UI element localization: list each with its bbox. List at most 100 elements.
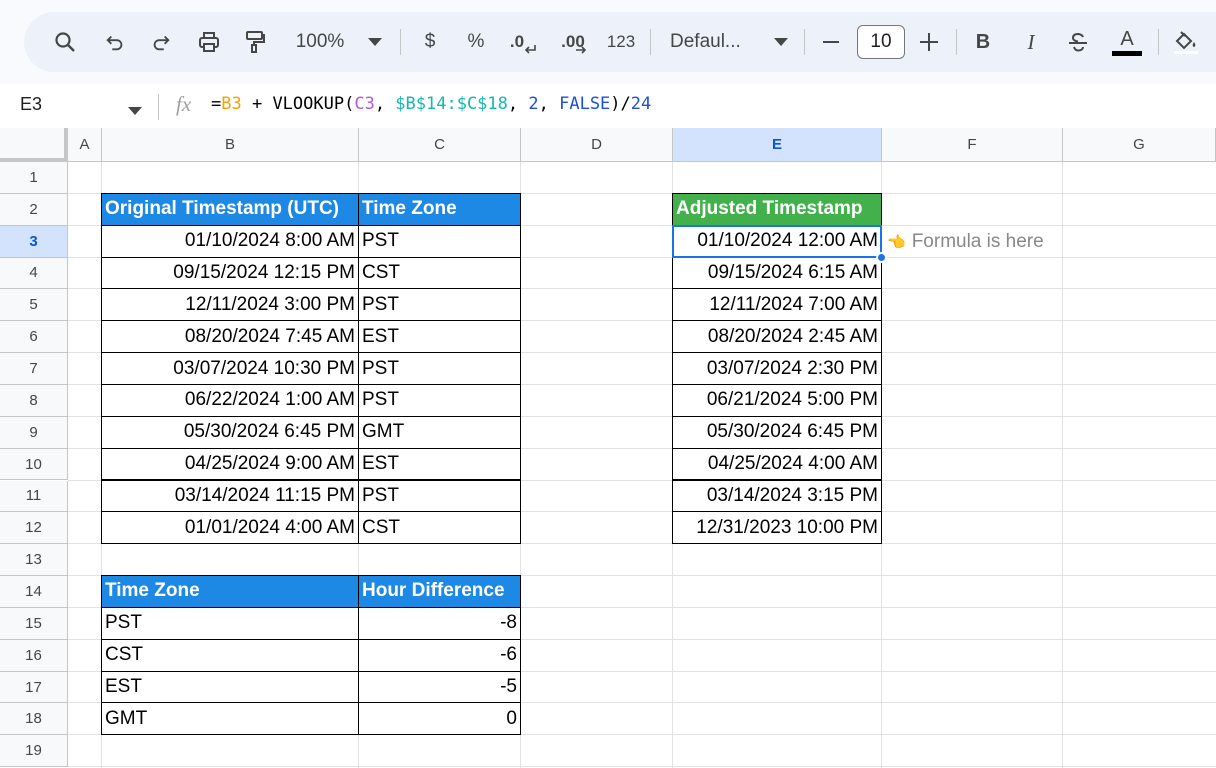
paint-format-icon[interactable] <box>240 24 270 60</box>
row-header-18[interactable]: 18 <box>0 703 68 736</box>
column-header-f[interactable]: F <box>882 128 1063 162</box>
timezone-cell[interactable]: PST <box>101 606 359 640</box>
column-header-a[interactable]: A <box>68 128 102 162</box>
row-header-1[interactable]: 1 <box>0 162 68 194</box>
column-header-c[interactable]: C <box>359 128 521 162</box>
number-format-button[interactable]: 123 <box>604 24 638 60</box>
column-header-d[interactable]: D <box>521 128 673 162</box>
chevron-down-icon[interactable] <box>768 24 794 60</box>
row-header-16[interactable]: 16 <box>0 639 68 672</box>
timezone-cell[interactable]: CST <box>101 638 359 672</box>
row-header-15[interactable]: 15 <box>0 607 68 640</box>
spreadsheet-grid[interactable]: A B C D E F G 1 2 3 4 5 6 7 8 9 10 11 12 13 14 15 16 17 18 19 Orig… <box>0 128 1216 768</box>
timezone-cell[interactable]: CST <box>358 256 521 290</box>
adjusted-timestamp-cell[interactable]: 09/15/2024 6:15 AM <box>672 256 882 290</box>
timestamp-cell[interactable]: 09/15/2024 12:15 PM <box>101 256 359 290</box>
text-color-button[interactable]: A <box>1110 24 1144 60</box>
timestamp-cell[interactable]: 08/20/2024 7:45 AM <box>101 320 359 354</box>
column-header-b[interactable]: B <box>102 128 359 162</box>
timezone-cell[interactable]: GMT <box>101 702 359 736</box>
timezone-cell[interactable]: PST <box>358 383 521 417</box>
timezone-cell[interactable]: PST <box>358 288 521 322</box>
row-header-8[interactable]: 8 <box>0 384 68 417</box>
decrease-decimal-button[interactable]: .0 <box>506 24 540 60</box>
italic-button[interactable]: I <box>1018 24 1044 60</box>
timezone-cell[interactable]: PST <box>358 479 521 513</box>
name-box[interactable]: E3 <box>20 94 42 115</box>
adjusted-header[interactable]: Adjusted Timestamp <box>672 192 882 226</box>
table-header[interactable]: Time Zone <box>101 575 359 608</box>
column-header-e[interactable]: E <box>673 128 882 162</box>
decrease-font-size-button[interactable] <box>818 24 844 60</box>
select-all-corner[interactable] <box>0 128 68 162</box>
timestamp-cell[interactable]: 01/01/2024 4:00 AM <box>101 511 359 545</box>
row-header-14[interactable]: 14 <box>0 576 68 608</box>
timezone-cell[interactable]: CST <box>358 511 521 545</box>
adjusted-timestamp-cell[interactable]: 08/20/2024 2:45 AM <box>672 320 882 354</box>
percent-format-button[interactable]: % <box>464 24 488 60</box>
fill-handle[interactable] <box>876 251 887 263</box>
table-header[interactable]: Hour Difference <box>358 575 521 608</box>
formula-token: )/ <box>610 94 631 114</box>
timestamp-cell[interactable]: 05/30/2024 6:45 PM <box>101 415 359 449</box>
timezone-cell[interactable]: EST <box>101 670 359 704</box>
timestamp-cell[interactable]: 04/25/2024 9:00 AM <box>101 447 359 481</box>
row-header-3[interactable]: 3 <box>0 225 68 258</box>
chevron-down-icon[interactable] <box>128 102 142 120</box>
row-header-19[interactable]: 19 <box>0 735 68 768</box>
column-header-g[interactable]: G <box>1063 128 1216 162</box>
chevron-down-icon[interactable] <box>362 24 388 60</box>
strikethrough-icon[interactable] <box>1064 24 1092 60</box>
adjusted-timestamp-cell[interactable]: 04/25/2024 4:00 AM <box>672 447 882 481</box>
table-header[interactable]: Time Zone <box>358 192 521 226</box>
hour-difference-cell[interactable]: -6 <box>358 638 521 672</box>
timestamp-cell[interactable]: 06/22/2024 1:00 AM <box>101 383 359 417</box>
adjusted-timestamp-cell[interactable]: 06/21/2024 5:00 PM <box>672 383 882 417</box>
timezone-cell[interactable]: EST <box>358 320 521 354</box>
row-header-11[interactable]: 11 <box>0 480 68 513</box>
row-header-12[interactable]: 12 <box>0 512 68 545</box>
timestamp-cell[interactable]: 03/07/2024 10:30 PM <box>101 352 359 385</box>
adjusted-timestamp-cell[interactable]: 03/07/2024 2:30 PM <box>672 352 882 385</box>
font-family-select[interactable]: Defaul... <box>670 24 760 60</box>
table-header[interactable]: Original Timestamp (UTC) <box>101 192 359 226</box>
fill-color-icon[interactable] <box>1170 24 1202 60</box>
adjusted-timestamp-cell[interactable]: 12/31/2023 10:00 PM <box>672 511 882 545</box>
timestamp-cell[interactable]: 12/11/2024 3:00 PM <box>101 288 359 322</box>
timezone-cell[interactable]: PST <box>358 352 521 385</box>
timestamp-cell[interactable]: 01/10/2024 8:00 AM <box>101 224 359 258</box>
search-icon[interactable] <box>48 24 82 60</box>
zoom-select[interactable]: 100% <box>288 24 352 60</box>
timestamp-cell[interactable]: 03/14/2024 11:15 PM <box>101 479 359 513</box>
undo-icon[interactable] <box>100 24 130 60</box>
plus-icon <box>920 33 938 51</box>
hour-difference-cell[interactable]: -5 <box>358 670 521 704</box>
increase-decimal-button[interactable]: .00 <box>554 24 594 60</box>
formula-token: , <box>507 94 529 114</box>
row-header-13[interactable]: 13 <box>0 544 68 577</box>
font-size-input[interactable]: 10 <box>857 25 905 59</box>
print-icon[interactable] <box>192 24 226 60</box>
timezone-cell[interactable]: PST <box>358 224 521 258</box>
row-header-2[interactable]: 2 <box>0 193 68 226</box>
adjusted-timestamp-cell[interactable]: 03/14/2024 3:15 PM <box>672 479 882 513</box>
hour-difference-cell[interactable]: 0 <box>358 702 521 736</box>
row-header-17[interactable]: 17 <box>0 671 68 704</box>
adjusted-timestamp-cell[interactable]: 12/11/2024 7:00 AM <box>672 288 882 322</box>
row-header-9[interactable]: 9 <box>0 416 68 449</box>
adjusted-timestamp-cell[interactable]: 01/10/2024 12:00 AM <box>672 224 882 258</box>
row-header-4[interactable]: 4 <box>0 257 68 290</box>
redo-icon[interactable] <box>146 24 176 60</box>
hour-difference-cell[interactable]: -8 <box>358 606 521 640</box>
adjusted-timestamp-cell[interactable]: 05/30/2024 6:45 PM <box>672 415 882 449</box>
currency-format-button[interactable]: $ <box>418 24 442 60</box>
timezone-cell[interactable]: EST <box>358 447 521 481</box>
row-header-6[interactable]: 6 <box>0 321 68 354</box>
increase-font-size-button[interactable] <box>916 24 942 60</box>
timezone-cell[interactable]: GMT <box>358 415 521 449</box>
row-header-5[interactable]: 5 <box>0 289 68 322</box>
note-text: Formula is here <box>911 230 1044 252</box>
row-header-10[interactable]: 10 <box>0 448 68 481</box>
row-header-7[interactable]: 7 <box>0 353 68 385</box>
bold-button[interactable]: B <box>970 24 996 60</box>
